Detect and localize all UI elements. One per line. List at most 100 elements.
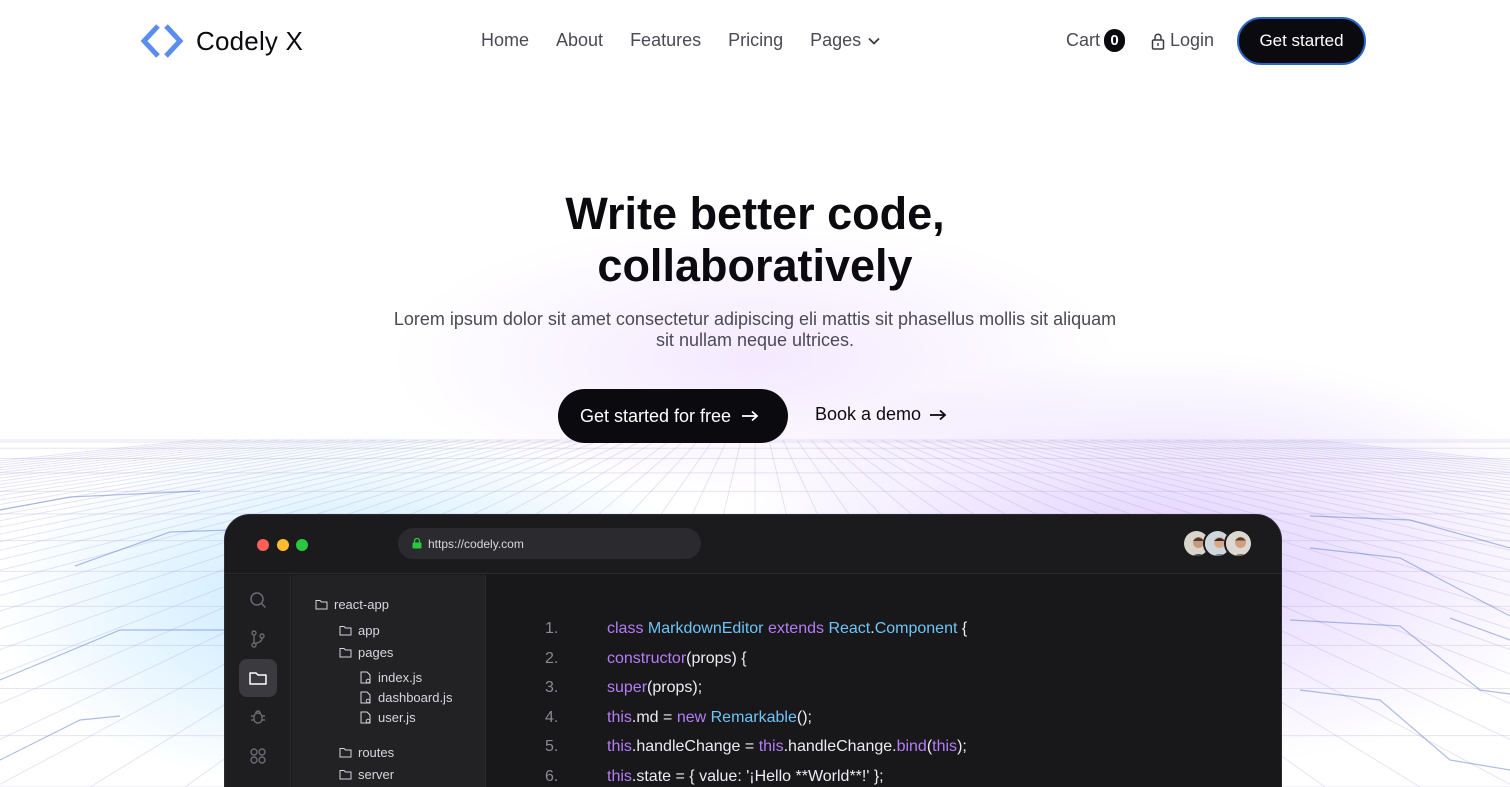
arrow-right-icon — [930, 409, 947, 420]
code-token: .md = — [631, 708, 677, 726]
tree-folder-react-app[interactable]: react-app — [315, 597, 389, 612]
cart-link[interactable]: Cart 0 — [1066, 29, 1126, 52]
book-demo-label: Book a demo — [815, 404, 922, 424]
code-line: this.state = { value: '¡Hello **World**!… — [607, 768, 884, 786]
debug-bug-icon[interactable] — [239, 698, 277, 736]
code-token: React — [828, 620, 871, 637]
cart-label: Cart — [1066, 30, 1101, 50]
folder-icon — [339, 626, 352, 636]
nav-item-pages[interactable]: Pages — [810, 30, 881, 51]
tree-label: server — [358, 767, 395, 782]
file-icon — [360, 711, 371, 724]
code-line: class MarkdownEditor extends React.Compo… — [607, 620, 967, 638]
tree-file-index-js[interactable]: index.js — [359, 670, 422, 685]
tree-label: routes — [358, 745, 395, 760]
code-token: constructor — [607, 649, 687, 667]
extensions-icon[interactable] — [239, 737, 277, 775]
code-token: this — [932, 738, 958, 755]
tree-folder-pages[interactable]: pages — [339, 645, 393, 660]
brand-name: Codely X — [196, 25, 304, 56]
code-token: .handleChange = — [631, 738, 759, 755]
line-number: 1. — [545, 620, 559, 637]
code-line: this.md = new Remarkable(); — [607, 709, 812, 727]
chevron-down-icon — [868, 37, 880, 45]
nav-item-pages-label: Pages — [810, 30, 862, 50]
code-token: class — [607, 620, 648, 637]
line-number: 5. — [545, 738, 559, 755]
brand-logo[interactable]: Codely X — [140, 22, 303, 60]
activity-bar — [225, 575, 291, 787]
folder-icon — [339, 770, 352, 780]
code-token: MarkdownEditor — [647, 620, 768, 637]
tree-label: react-app — [334, 597, 389, 612]
code-token: (props) { — [686, 649, 747, 667]
tree-folder-routes[interactable]: routes — [339, 745, 394, 760]
hero-subtitle: Lorem ipsum dolor sit amet consectetur a… — [355, 309, 1155, 351]
code-token: new — [676, 708, 711, 726]
nav-item-about[interactable]: About — [556, 30, 603, 51]
secure-lock-icon — [412, 538, 422, 549]
code-token: Component — [874, 620, 962, 637]
code-token: this — [607, 767, 632, 785]
site-header: Codely X Home About Features Pricing Pag… — [0, 0, 1510, 82]
tree-label: index.js — [378, 670, 423, 685]
tree-label: app — [358, 623, 380, 638]
code-area[interactable]: 1. class MarkdownEditor extends React.Com… — [487, 575, 1281, 787]
nav-item-features[interactable]: Features — [630, 30, 701, 51]
code-editor-preview: https://codely.com react-app app pages i… — [224, 514, 1282, 787]
code-token: { — [961, 620, 968, 637]
tree-folder-app[interactable]: app — [339, 623, 380, 638]
hero-title-line-2: collaboratively — [597, 240, 913, 291]
window-close-dot[interactable] — [257, 539, 269, 551]
window-minimize-dot[interactable] — [277, 539, 289, 551]
hero-title: Write better code, collaboratively — [355, 188, 1155, 292]
main-nav: Home About Features Pricing Pages — [481, 30, 881, 51]
line-number: 6. — [545, 767, 559, 785]
explorer-folder-icon[interactable] — [239, 659, 277, 697]
nav-item-home[interactable]: Home — [481, 30, 529, 51]
collaborator-avatars — [1182, 529, 1253, 558]
hero-subtitle-line-2: sit nullam neque ultrices. — [655, 330, 855, 350]
lock-icon — [1151, 33, 1165, 50]
code-token: .state = { value: '¡Hello **World**!' }; — [631, 767, 884, 785]
code-token: this — [758, 738, 784, 755]
url-bar[interactable]: https://codely.com — [398, 528, 701, 559]
arrow-right-icon — [742, 410, 759, 422]
url-text: https://codely.com — [428, 536, 524, 551]
book-demo-link[interactable]: Book a demo — [815, 404, 947, 425]
file-icon — [360, 691, 371, 704]
folder-icon — [339, 648, 352, 658]
file-icon — [360, 671, 371, 684]
code-token: (props); — [647, 679, 703, 696]
file-explorer: react-app app pages index.js dashboard.j… — [292, 575, 486, 787]
hero-title-line-1: Write better code, — [565, 188, 945, 239]
tree-folder-server[interactable]: server — [339, 767, 394, 782]
code-token: this — [607, 738, 632, 755]
tree-label: pages — [358, 645, 394, 660]
source-control-icon[interactable] — [239, 620, 277, 658]
nav-item-pricing[interactable]: Pricing — [728, 30, 783, 51]
get-started-free-label: Get started for free — [580, 405, 732, 426]
line-number: 4. — [545, 708, 559, 726]
code-token: this — [607, 708, 632, 726]
window-maximize-dot[interactable] — [296, 539, 308, 551]
search-icon[interactable] — [239, 581, 277, 619]
get-started-free-button[interactable]: Get started for free — [558, 389, 788, 443]
tree-file-dashboard-js[interactable]: dashboard.js — [359, 690, 452, 705]
line-number: 2. — [545, 649, 559, 667]
code-token: bind — [896, 738, 927, 755]
tree-label: user.js — [378, 710, 416, 725]
tree-file-user-js[interactable]: user.js — [359, 710, 416, 725]
line-number: 3. — [545, 679, 559, 696]
login-link[interactable]: Login — [1150, 30, 1214, 51]
get-started-button[interactable]: Get started — [1237, 17, 1366, 65]
folder-icon — [315, 600, 328, 610]
code-token: super — [607, 679, 648, 696]
avatar[interactable] — [1224, 529, 1253, 558]
code-token: ); — [957, 738, 967, 755]
user-avatar-icon — [1226, 531, 1251, 556]
hero-subtitle-line-1: Lorem ipsum dolor sit amet consectetur a… — [393, 309, 1117, 329]
editor-titlebar: https://codely.com — [225, 515, 1281, 574]
code-brackets-icon — [140, 24, 184, 58]
tree-label: dashboard.js — [378, 690, 453, 705]
